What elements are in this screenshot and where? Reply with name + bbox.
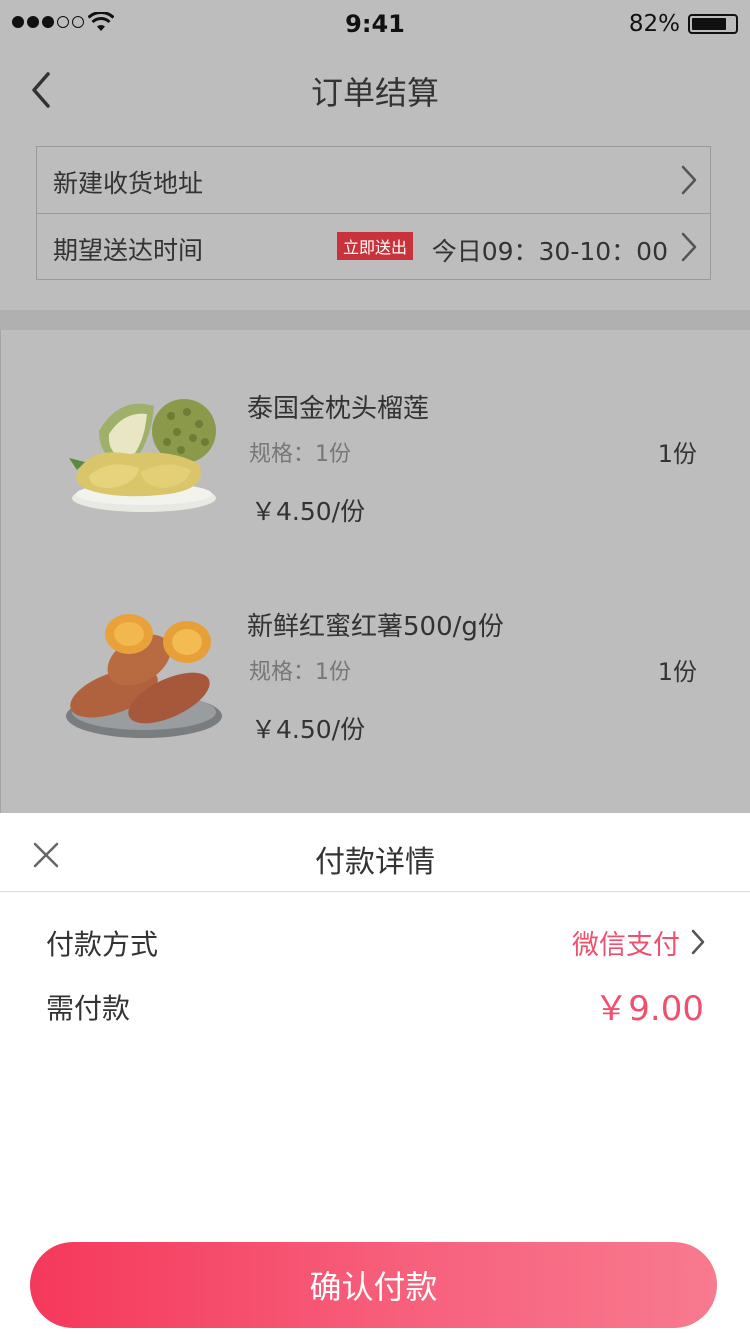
payment-details-sheet: 付款详情 付款方式 微信支付 需付款 ￥9.00 确认付款 [0, 813, 750, 1334]
chevron-right-icon [681, 165, 697, 195]
list-item[interactable]: 泰国金枕头榴莲 规格：1份 1份 ￥4.50/份 [1, 366, 750, 584]
product-price: ￥4.50/份 [251, 497, 366, 526]
sheet-title: 付款详情 [315, 845, 435, 880]
status-bar: 9:41 82% [0, 0, 750, 48]
new-address-label: 新建收货地址 [53, 169, 204, 198]
delivery-time-row[interactable]: 期望送达时间 立即送出 今日09：30-10：00 [37, 213, 710, 279]
product-spec: 规格：1份 [249, 660, 351, 685]
navigation-bar: 订单结算 [0, 48, 750, 128]
amount-due-value: ￥9.00 [594, 989, 704, 1029]
product-spec: 规格：1份 [249, 442, 351, 467]
battery-icon [688, 14, 738, 34]
amount-due-row: 需付款 ￥9.00 [0, 979, 750, 1039]
page-title: 订单结算 [310, 74, 439, 112]
instant-delivery-badge: 立即送出 [337, 232, 414, 260]
sheet-header: 付款详情 [0, 813, 750, 892]
product-price: ￥4.50/份 [251, 715, 366, 744]
new-address-row[interactable]: 新建收货地址 [37, 147, 710, 213]
payment-method-value[interactable]: 微信支付 [572, 923, 680, 962]
payment-method-row[interactable]: 付款方式 微信支付 [0, 915, 750, 975]
chevron-right-icon [681, 232, 697, 262]
section-divider [0, 310, 750, 330]
amount-due-label: 需付款 [46, 992, 131, 1025]
product-name: 新鲜红蜜红薯500/g份 [247, 612, 504, 642]
delivery-time-label: 期望送达时间 [53, 236, 204, 265]
battery-level-fill [692, 18, 727, 30]
sweet-potato-image [66, 614, 222, 738]
product-quantity: 1份 [657, 440, 697, 468]
durian-image [69, 399, 216, 512]
order-checkout-screen: 9:41 82% 订单结算 新建收货地址 期望送达时间 立即送出 今日09：30… [0, 0, 750, 1334]
delivery-time-value: 今日09：30-10：00 [431, 237, 668, 266]
product-quantity: 1份 [657, 658, 697, 686]
battery-percent: 82% [628, 11, 680, 37]
product-name: 泰国金枕头榴莲 [247, 394, 430, 424]
delivery-info-card: 新建收货地址 期望送达时间 立即送出 今日09：30-10：00 [36, 146, 711, 280]
confirm-payment-button[interactable]: 确认付款 [30, 1242, 717, 1328]
payment-method-label: 付款方式 [46, 928, 159, 961]
product-list: 泰国金枕头榴莲 规格：1份 1份 ￥4.50/份 新鲜红蜜红薯500/g份 规格… [0, 330, 750, 814]
chevron-right-icon [691, 929, 705, 955]
list-item[interactable]: 新鲜红蜜红薯500/g份 规格：1份 1份 ￥4.50/份 [1, 584, 750, 802]
